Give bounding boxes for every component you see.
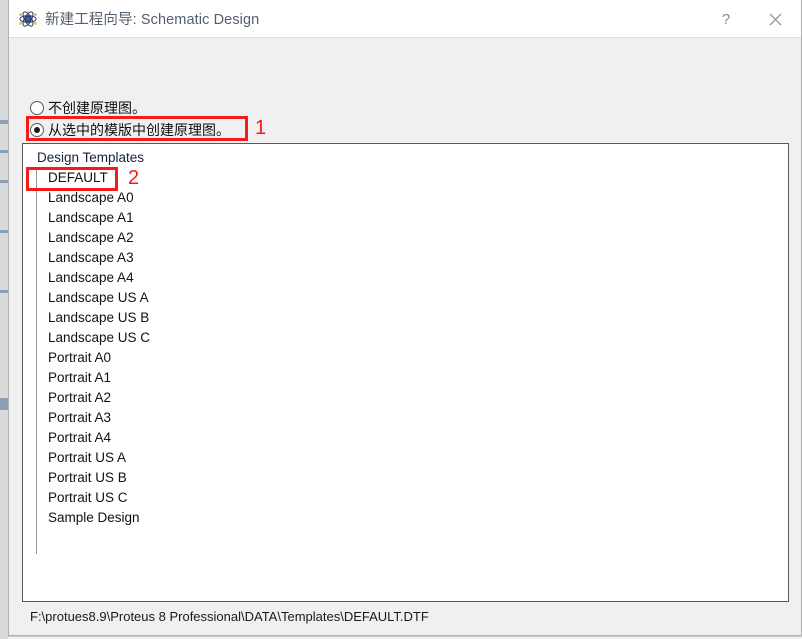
radio-option-from-template[interactable]: 从选中的模版中创建原理图。 (30, 119, 230, 140)
list-item[interactable]: Portrait US C (37, 488, 788, 508)
list-item[interactable]: DEFAULT (37, 168, 788, 188)
list-item[interactable]: Portrait A2 (37, 388, 788, 408)
new-project-wizard-dialog: 新建工程向导: Schematic Design ? 不创建原理图。 从选中的模… (8, 0, 802, 639)
list-item[interactable]: Portrait A1 (37, 368, 788, 388)
design-templates-listbox[interactable]: Design Templates DEFAULT Landscape A0 La… (22, 143, 789, 602)
radio-option-no-schematic[interactable]: 不创建原理图。 (30, 97, 146, 118)
list-item[interactable]: Landscape US C (37, 328, 788, 348)
list-item[interactable]: Landscape A3 (37, 248, 788, 268)
radio-label-from-template: 从选中的模版中创建原理图。 (48, 122, 230, 139)
list-item[interactable]: Landscape US B (37, 308, 788, 328)
close-icon[interactable] (749, 0, 801, 38)
list-item[interactable]: Landscape A1 (37, 208, 788, 228)
selected-template-path: F:\protues8.9\Proteus 8 Professional\DAT… (30, 609, 429, 624)
radio-icon-from-template[interactable] (30, 122, 44, 137)
radio-label-no-schematic: 不创建原理图。 (48, 100, 146, 117)
tree-children: DEFAULT Landscape A0 Landscape A1 Landsc… (36, 168, 788, 528)
window-controls: ? (703, 0, 801, 38)
title-bar: 新建工程向导: Schematic Design ? (9, 0, 801, 38)
tree-root-label: Design Templates (37, 150, 145, 165)
list-item[interactable]: Portrait US A (37, 448, 788, 468)
list-item[interactable]: Landscape A0 (37, 188, 788, 208)
list-item[interactable]: Portrait US B (37, 468, 788, 488)
background-sliver (0, 0, 8, 639)
radio-icon-no-schematic[interactable] (30, 100, 44, 115)
help-button[interactable]: ? (703, 0, 749, 38)
dialog-body: 不创建原理图。 从选中的模版中创建原理图。 Design Templates D… (9, 38, 801, 639)
list-item[interactable]: Landscape A4 (37, 268, 788, 288)
tree-trailing-line (36, 528, 788, 554)
window-title: 新建工程向导: Schematic Design (45, 12, 260, 28)
list-item[interactable]: Landscape US A (37, 288, 788, 308)
annotation-number-1: 1 (255, 117, 267, 139)
list-item[interactable]: Portrait A0 (37, 348, 788, 368)
list-item[interactable]: Portrait A4 (37, 428, 788, 448)
screen: 新建工程向导: Schematic Design ? 不创建原理图。 从选中的模… (0, 0, 802, 639)
list-item[interactable]: Sample Design (37, 508, 788, 528)
proteus-atom-icon (19, 10, 37, 28)
list-item[interactable]: Portrait A3 (37, 408, 788, 428)
list-item[interactable]: Landscape A2 (37, 228, 788, 248)
